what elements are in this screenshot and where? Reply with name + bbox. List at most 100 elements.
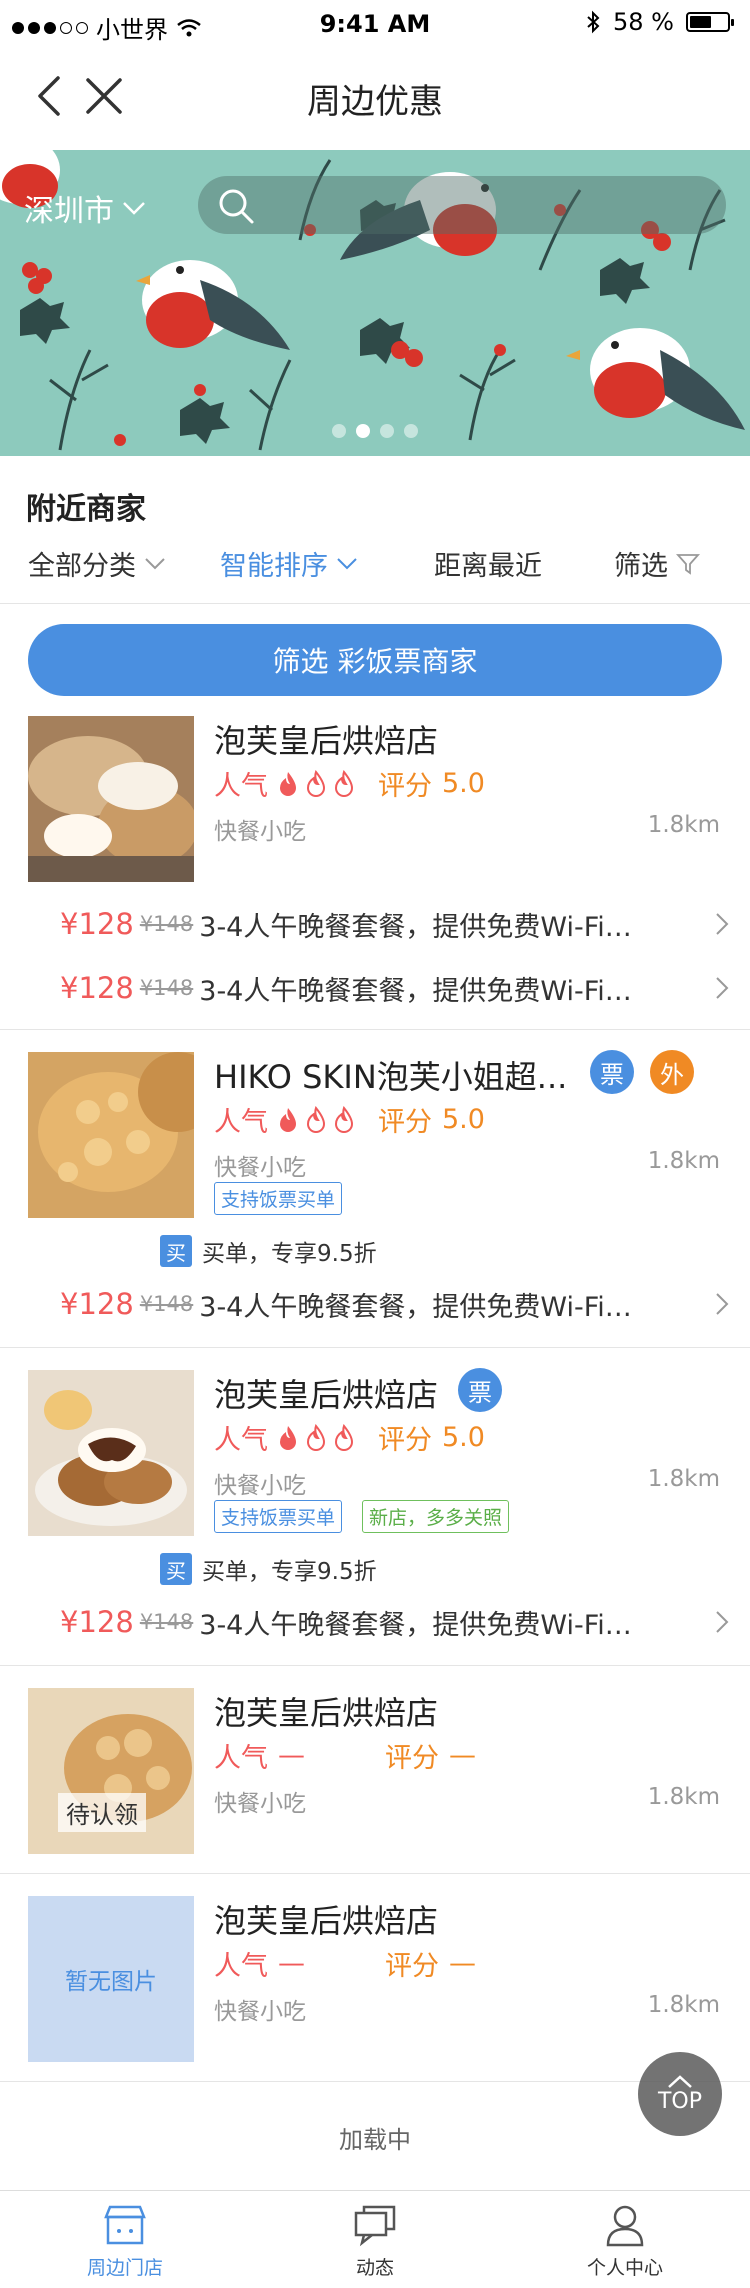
shop-thumbnail: 待认领: [28, 1688, 194, 1854]
takeout-badge: 外: [650, 1050, 694, 1094]
shop-name: HIKO SKIN泡芙小姐超...: [214, 1058, 568, 1096]
flame-icon: [306, 769, 326, 797]
new-shop-tag: 新店，多多关照: [362, 1500, 510, 1533]
dessert-plate-image: [28, 1370, 194, 1536]
filter-ticket-merchants-button[interactable]: 筛选 彩饭票商家: [28, 624, 722, 696]
ticket-pay-tag: 支持饭票买单: [214, 1182, 343, 1215]
banner-pager: [0, 424, 750, 438]
buy-badge: 买: [160, 1553, 192, 1585]
pager-dot[interactable]: [332, 424, 346, 438]
deal-description: 3-4人午晚餐套餐，提供免费Wi-Fi…: [199, 1609, 632, 1641]
shop-card[interactable]: 暂无图片 泡芙皇后烘焙店 人气 — 评分 — 快餐小吃 1.8km: [0, 1874, 750, 2082]
filter-label: 全部分类: [28, 551, 136, 582]
deal-description: 3-4人午晚餐套餐，提供免费Wi-Fi…: [199, 975, 632, 1007]
deal-price: ¥128: [60, 1287, 134, 1321]
pager-dot[interactable]: [380, 424, 394, 438]
ticket-badge: 票: [458, 1368, 502, 1412]
pager-dot[interactable]: [404, 424, 418, 438]
shop-name: 泡芙皇后烘焙店: [214, 1902, 439, 1940]
chat-icon: [354, 2205, 396, 2247]
tab-profile[interactable]: 个人中心: [550, 2203, 700, 2280]
top-label: TOP: [657, 2088, 703, 2114]
city-name: 深圳市: [24, 194, 114, 229]
rating-row: 人气 评分 5.0: [214, 1100, 485, 1139]
filter-more[interactable]: 筛选: [614, 544, 700, 583]
deal-row[interactable]: ¥128 ¥148 3-4人午晚餐套餐，提供免费Wi-Fi…: [60, 1602, 730, 1642]
tab-nearby-stores[interactable]: 周边门店: [50, 2203, 200, 2280]
tab-label: 个人中心: [586, 2257, 663, 2279]
shop-distance: 1.8km: [647, 1784, 720, 1810]
store-icon: [104, 2205, 146, 2245]
deal-price: ¥128: [60, 971, 134, 1005]
flame-rating: [276, 1423, 356, 1452]
score-value: 5.0: [442, 1104, 485, 1135]
bluetooth-icon: [587, 10, 600, 34]
filter-bar: 全部分类 智能排序 距离最近 筛选: [0, 532, 750, 604]
chevron-right-icon: [716, 1611, 729, 1633]
score-label: 评分: [385, 1743, 439, 1774]
chevron-down-icon: [145, 557, 165, 569]
shop-thumbnail: [28, 716, 194, 882]
shop-name: 泡芙皇后烘焙店: [214, 1694, 439, 1732]
filter-nearest[interactable]: 距离最近: [434, 544, 542, 583]
shop-card[interactable]: 泡芙皇后烘焙店 票 人气 评分 5.0 快餐小吃 1.8km 支持饭票买单 新店…: [0, 1348, 750, 1666]
promo-banner[interactable]: 深圳市: [0, 150, 750, 456]
no-image-label: 暂无图片: [65, 1969, 157, 1995]
city-selector[interactable]: 深圳市: [24, 186, 146, 230]
score-label: 评分: [385, 1951, 439, 1982]
battery-icon: [686, 12, 734, 32]
ticket-badge: 票: [590, 1050, 634, 1094]
tab-bar: 周边门店 动态 个人中心: [0, 2190, 750, 2288]
search-input[interactable]: [268, 186, 708, 224]
deal-row[interactable]: ¥128 ¥148 3-4人午晚餐套餐，提供免费Wi-Fi…: [60, 968, 730, 1008]
shop-card[interactable]: HIKO SKIN泡芙小姐超... 票 外 人气 评分 5.0 快餐小吃 1.8…: [0, 1030, 750, 1348]
nearby-merchants-title: 附近商家: [26, 492, 146, 527]
flame-icon: [306, 1423, 326, 1451]
chevron-down-icon: [337, 557, 357, 569]
shop-card[interactable]: 待认领 泡芙皇后烘焙店 人气 — 评分 — 快餐小吃 1.8km: [0, 1666, 750, 1874]
pager-dot[interactable]: [356, 424, 370, 438]
loading-indicator: 加载中: [339, 2126, 411, 2154]
shop-category: 快餐小吃: [214, 1791, 306, 1817]
person-icon: [606, 2205, 644, 2247]
search-icon[interactable]: [216, 186, 256, 226]
shop-distance: 1.8km: [647, 1148, 720, 1174]
shop-name: 泡芙皇后烘焙店: [214, 722, 439, 760]
shop-thumbnail: [28, 1052, 194, 1218]
deal-row[interactable]: ¥128 ¥148 3-4人午晚餐套餐，提供免费Wi-Fi…: [60, 1284, 730, 1324]
deal-old-price: ¥148: [139, 976, 194, 1000]
deal-old-price: ¥148: [139, 912, 194, 936]
deal-description: 3-4人午晚餐套餐，提供免费Wi-Fi…: [199, 911, 632, 943]
score-label: 评分: [378, 1107, 432, 1138]
back-to-top-button[interactable]: TOP: [638, 2052, 722, 2136]
filter-all-categories[interactable]: 全部分类: [28, 544, 166, 583]
deal-price: ¥128: [60, 1605, 134, 1639]
shop-card[interactable]: 泡芙皇后烘焙店 人气 评分 5.0 快餐小吃 1.8km ¥128 ¥148 3…: [0, 712, 750, 1030]
rating-row: 人气 评分 5.0: [214, 764, 485, 803]
popularity-label: 人气: [214, 1743, 268, 1774]
flame-icon: [334, 769, 354, 797]
chevron-down-icon: [123, 202, 145, 215]
shop-category: 快餐小吃: [214, 819, 306, 845]
score-value: —: [449, 1948, 476, 1979]
search-bar[interactable]: [198, 176, 726, 234]
deal-price: ¥128: [60, 907, 134, 941]
score-value: 5.0: [442, 768, 485, 799]
chevron-right-icon: [716, 913, 729, 935]
status-bar: 小世界 9:41 AM 58 %: [0, 0, 750, 48]
shop-category: 快餐小吃: [214, 1155, 306, 1181]
deal-row[interactable]: ¥128 ¥148 3-4人午晚餐套餐，提供免费Wi-Fi…: [60, 904, 730, 944]
tab-activity[interactable]: 动态: [300, 2203, 450, 2280]
arrow-up-icon: [668, 2074, 692, 2088]
rating-row: 人气 评分 5.0: [214, 1418, 485, 1457]
flame-rating: [276, 1105, 356, 1134]
filter-smart-sort[interactable]: 智能排序: [220, 544, 358, 583]
cookie-puff-image: [28, 1052, 194, 1218]
flame-icon: [306, 1105, 326, 1133]
flame-rating: [276, 769, 356, 798]
claim-label: 待认领: [58, 1793, 146, 1832]
buy-row: 买 买单，专享9.5折: [160, 1552, 377, 1586]
page-title: 周边优惠: [307, 82, 443, 122]
deal-old-price: ¥148: [139, 1292, 194, 1316]
ticket-pay-tag: 支持饭票买单: [214, 1500, 343, 1533]
